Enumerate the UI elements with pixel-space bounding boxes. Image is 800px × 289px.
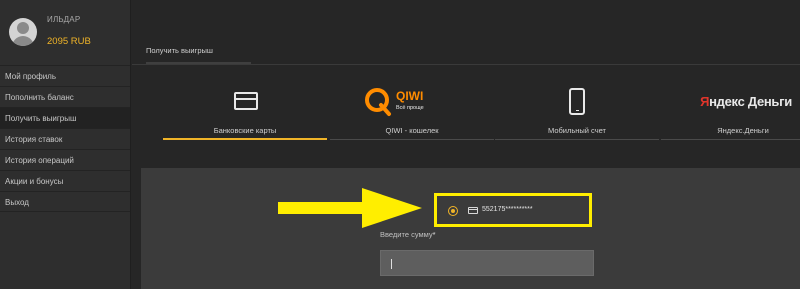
avatar-body (12, 36, 34, 46)
profile-block: ИЛЬДАР 2095 RUB (0, 0, 130, 65)
method-underline (661, 139, 800, 140)
qiwi-logo-subtext: Всё проще (396, 105, 424, 111)
bank-card-icon (234, 92, 258, 110)
tab-withdraw[interactable]: Получить выигрыш (146, 46, 213, 55)
text-caret (391, 259, 392, 269)
avatar[interactable] (9, 18, 37, 46)
method-qiwi[interactable]: QIWI Всё проще QIWI - кошелек (330, 80, 494, 140)
withdraw-form: 552175********** Введите сумму* (141, 168, 800, 289)
saved-card-number[interactable]: 552175********** (482, 206, 533, 213)
sidebar-menu: Мой профиль Пополнить баланс Получить вы… (0, 65, 130, 212)
user-name: ИЛЬДАР (47, 15, 81, 24)
amount-input[interactable] (380, 250, 594, 276)
method-underline (495, 139, 659, 140)
amount-label: Введите сумму* (380, 230, 436, 239)
sidebar-item-logout[interactable]: Выход (0, 191, 130, 212)
sidebar-item-bet-history[interactable]: История ставок (0, 128, 130, 149)
phone-icon (569, 88, 585, 115)
arrow-annotation-icon (278, 188, 422, 228)
method-bank-cards[interactable]: Банковские карты (163, 80, 327, 140)
payment-methods: Банковские карты QIWI Всё проще QIWI - к… (132, 80, 800, 140)
method-underline (163, 138, 327, 140)
sidebar-item-operations-history[interactable]: История операций (0, 149, 130, 170)
method-mobile[interactable]: Мобильный счет (495, 80, 659, 140)
method-label: QIWI - кошелек (385, 126, 439, 135)
tab-bar: Получить выигрыш (132, 0, 800, 65)
tab-underline (146, 62, 251, 64)
sidebar: ИЛЬДАР 2095 RUB Мой профиль Пополнить ба… (0, 0, 131, 289)
method-yandex-money[interactable]: Яндекс Деньги Яндекс.Деньги (661, 80, 800, 140)
avatar-head (17, 22, 29, 34)
required-mark: * (432, 230, 436, 239)
main-content: Получить выигрыш Банковские карты QIWI В… (132, 0, 800, 289)
method-label: Мобильный счет (547, 126, 606, 135)
qiwi-logo: QIWI Всё проще (365, 88, 424, 116)
yandex-money-logo: Яндекс Деньги (700, 94, 792, 109)
qiwi-logo-text: QIWI (396, 89, 423, 103)
sidebar-item-my-profile[interactable]: Мой профиль (0, 65, 130, 86)
sidebar-item-withdraw[interactable]: Получить выигрыш (0, 107, 130, 128)
method-label: Яндекс.Деньги (717, 126, 769, 135)
balance-amount: 2095 RUB (47, 36, 91, 47)
method-underline (330, 139, 494, 140)
method-label: Банковские карты (213, 126, 277, 135)
sidebar-item-promotions[interactable]: Акции и бонусы (0, 170, 130, 191)
highlight-box: 552175********** (434, 193, 592, 227)
card-icon (468, 207, 478, 214)
card-radio-button[interactable] (448, 206, 458, 216)
sidebar-item-deposit[interactable]: Пополнить баланс (0, 86, 130, 107)
